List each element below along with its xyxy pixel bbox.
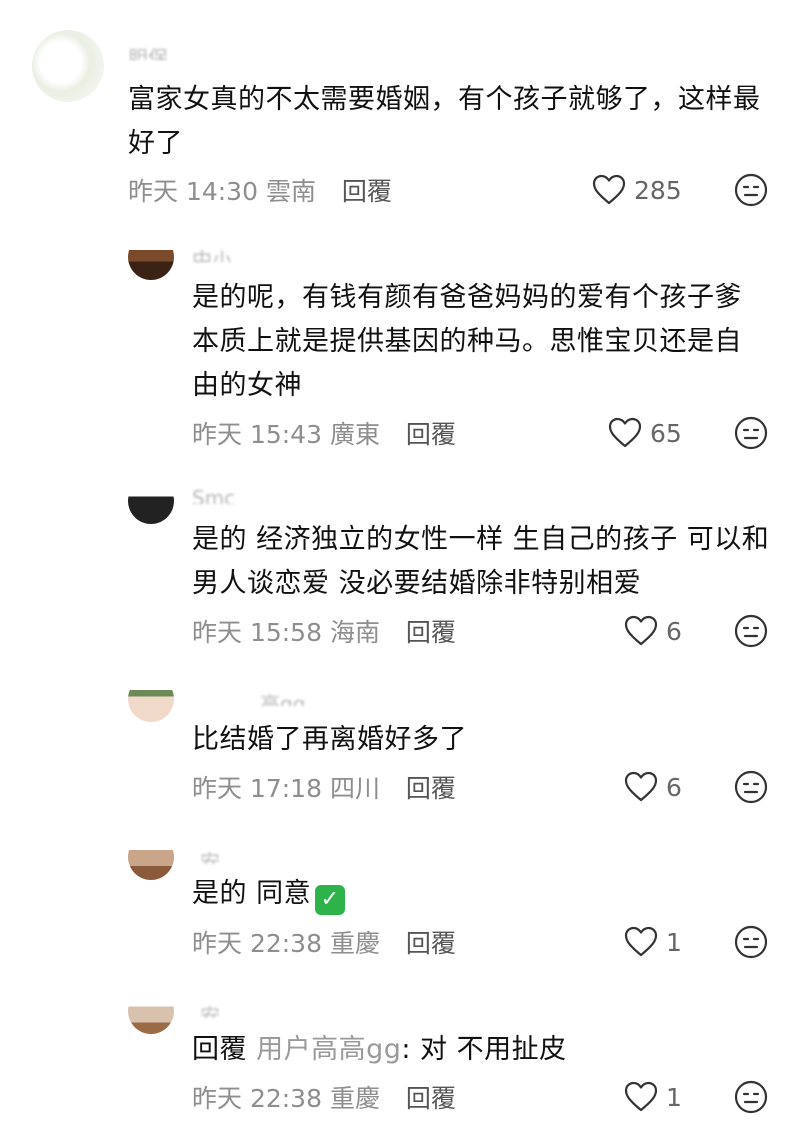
comment-text: 回覆 用户高高gg: 对 不用扯皮: [192, 1034, 567, 1065]
username[interactable]: 安: [200, 1000, 280, 1018]
reply-prefix: 回覆: [192, 1034, 247, 1065]
location: 重慶: [329, 1084, 380, 1113]
heart-outline-icon: [624, 1081, 658, 1112]
like-count: 1: [666, 1082, 682, 1112]
comment-meta: 昨天 22:38 重慶 回覆: [192, 1079, 456, 1115]
reply-item: 安 回覆 用户高高gg: 对 不用扯皮 昨天 22:38 重慶 回覆 1: [0, 0, 800, 1130]
avatar[interactable]: [128, 988, 174, 1034]
reply-button[interactable]: 回覆: [406, 1084, 456, 1113]
timestamp: 昨天 22:38: [192, 1084, 322, 1113]
neutral-face-icon[interactable]: [734, 1080, 768, 1114]
user-mention[interactable]: 用户高高gg: [256, 1034, 401, 1065]
like-button[interactable]: 1: [624, 1077, 682, 1117]
